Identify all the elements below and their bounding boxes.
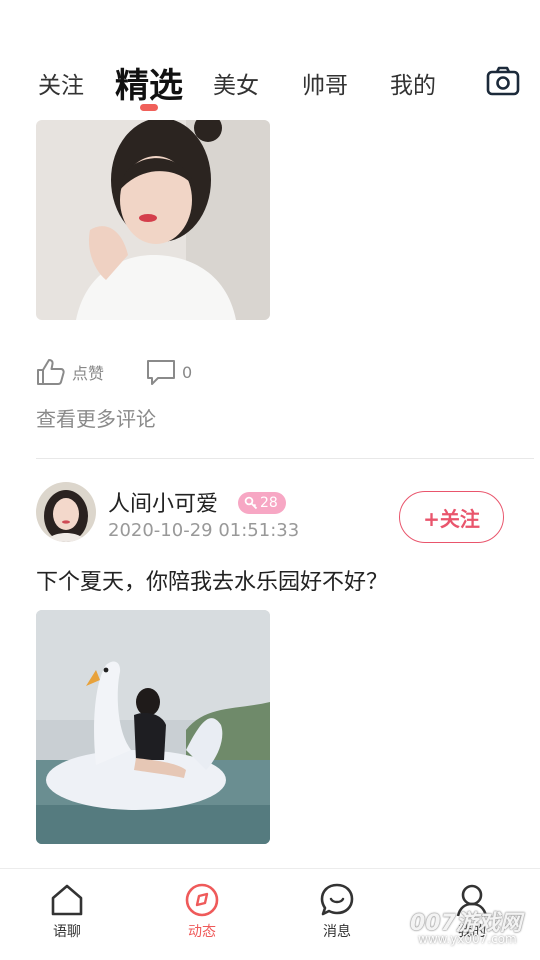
nav-item-voice-chat[interactable]: 语聊: [27, 883, 107, 941]
tab-mine[interactable]: 我的: [390, 66, 436, 100]
post-photo[interactable]: [36, 120, 270, 320]
home-icon: [51, 884, 83, 916]
post-photo[interactable]: [36, 610, 270, 844]
comment-button[interactable]: 0: [146, 358, 192, 386]
comment-count: 0: [182, 362, 193, 382]
key-icon: [244, 496, 258, 510]
tab-handsome[interactable]: 帅哥: [302, 66, 348, 100]
follow-button[interactable]: +关注: [399, 491, 504, 543]
tab-beauties[interactable]: 美女: [213, 66, 259, 100]
post-divider: [36, 458, 534, 459]
feed[interactable]: 点赞 0 查看更多评论 人间小可爱 28 2020-10-29 01:51:33…: [0, 120, 540, 868]
top-tab-bar: 关注 精选 美女 帅哥 我的: [0, 0, 540, 120]
like-button[interactable]: 点赞: [36, 358, 104, 386]
view-more-comments-link[interactable]: 查看更多评论: [36, 403, 156, 432]
level-badge: 28: [238, 492, 286, 514]
tab-featured[interactable]: 精选: [115, 58, 183, 107]
watermark-url: www.yx007.com: [418, 932, 517, 946]
comment-icon: [147, 360, 175, 385]
nav-label: 语聊: [53, 924, 81, 940]
nav-item-messages[interactable]: 消息: [297, 883, 377, 941]
active-tab-indicator: [140, 104, 158, 111]
nav-label: 消息: [323, 924, 351, 940]
level-value: 28: [260, 495, 278, 511]
discover-icon: [185, 883, 219, 917]
avatar[interactable]: [36, 482, 96, 542]
like-label: 点赞: [72, 364, 105, 383]
camera-icon: [486, 66, 520, 96]
nav-item-moments[interactable]: 动态: [162, 883, 242, 941]
camera-button[interactable]: [486, 66, 522, 100]
post-text: 下个夏天，你陪我去水乐园好不好？: [36, 570, 389, 595]
username[interactable]: 人间小可爱: [108, 486, 218, 518]
thumbs-up-icon: [37, 359, 65, 385]
tab-follow[interactable]: 关注: [38, 66, 84, 100]
nav-label: 动态: [188, 924, 216, 940]
chat-icon: [320, 883, 354, 916]
post-timestamp: 2020-10-29 01:51:33: [108, 520, 300, 541]
